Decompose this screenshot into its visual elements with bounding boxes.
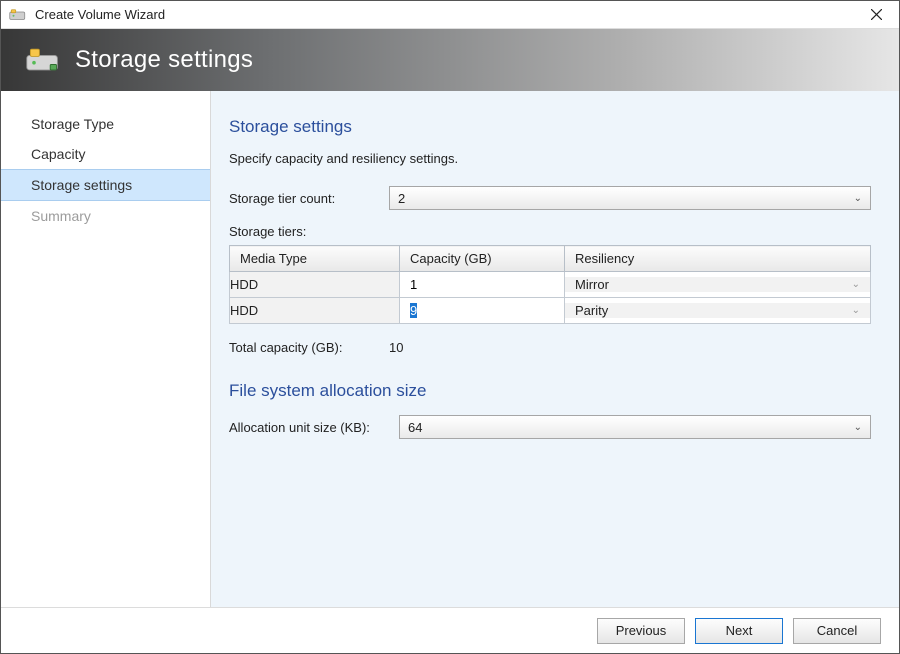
sidebar-item-storage-type[interactable]: Storage Type (1, 109, 210, 139)
drive-icon (9, 8, 27, 22)
cell-media-type: HDD (230, 272, 400, 298)
tier-count-label: Storage tier count: (229, 191, 389, 206)
window-title: Create Volume Wizard (35, 7, 859, 22)
tier-count-value: 2 (398, 191, 405, 206)
hint-text: Specify capacity and resiliency settings… (229, 151, 871, 166)
chevron-down-icon: ⌄ (852, 279, 860, 290)
table-row: HDD Parity ⌄ (230, 298, 871, 324)
resiliency-value: Parity (575, 303, 608, 318)
wizard-footer: Previous Next Cancel (1, 607, 899, 653)
cancel-button[interactable]: Cancel (793, 618, 881, 644)
sidebar-item-capacity[interactable]: Capacity (1, 139, 210, 169)
wizard-content: Storage settings Specify capacity and re… (211, 91, 899, 607)
total-capacity-label: Total capacity (GB): (229, 340, 389, 355)
allocation-select[interactable]: 64 ⌄ (399, 415, 871, 439)
section-storage-settings-title: Storage settings (229, 117, 871, 137)
col-media-type[interactable]: Media Type (230, 246, 400, 272)
wizard-body: Storage Type Capacity Storage settings S… (1, 91, 899, 607)
tier-count-select[interactable]: 2 ⌄ (389, 186, 871, 210)
tiers-label: Storage tiers: (229, 224, 871, 239)
total-capacity-value: 10 (389, 340, 403, 355)
allocation-value: 64 (408, 420, 422, 435)
previous-button[interactable]: Previous (597, 618, 685, 644)
chevron-down-icon: ⌄ (854, 422, 862, 433)
close-button[interactable] (859, 1, 893, 28)
section-allocation-title: File system allocation size (229, 381, 871, 401)
sidebar-item-summary: Summary (1, 201, 210, 231)
col-resiliency[interactable]: Resiliency (565, 246, 871, 272)
allocation-label: Allocation unit size (KB): (229, 420, 399, 435)
col-capacity[interactable]: Capacity (GB) (400, 246, 565, 272)
resiliency-select-0[interactable]: Mirror ⌄ (565, 277, 870, 292)
allocation-row: Allocation unit size (KB): 64 ⌄ (229, 415, 871, 439)
titlebar: Create Volume Wizard (1, 1, 899, 29)
total-capacity-row: Total capacity (GB): 10 (229, 340, 871, 355)
table-row: HDD Mirror ⌄ (230, 272, 871, 298)
cell-media-type: HDD (230, 298, 400, 324)
storage-tiers-table: Media Type Capacity (GB) Resiliency HDD … (229, 245, 871, 324)
capacity-input-0[interactable] (400, 272, 564, 297)
resiliency-select-1[interactable]: Parity ⌄ (565, 303, 870, 318)
banner-title: Storage settings (75, 46, 253, 74)
drive-large-icon (25, 46, 61, 74)
wizard-banner: Storage settings (1, 29, 899, 91)
resiliency-value: Mirror (575, 277, 609, 292)
chevron-down-icon: ⌄ (852, 305, 860, 316)
sidebar-item-storage-settings[interactable]: Storage settings (1, 169, 210, 201)
tier-count-row: Storage tier count: 2 ⌄ (229, 186, 871, 210)
next-button[interactable]: Next (695, 618, 783, 644)
chevron-down-icon: ⌄ (854, 193, 862, 204)
wizard-window: Create Volume Wizard Storage settings St… (0, 0, 900, 654)
wizard-sidebar: Storage Type Capacity Storage settings S… (1, 91, 211, 607)
capacity-input-1[interactable] (400, 298, 564, 323)
